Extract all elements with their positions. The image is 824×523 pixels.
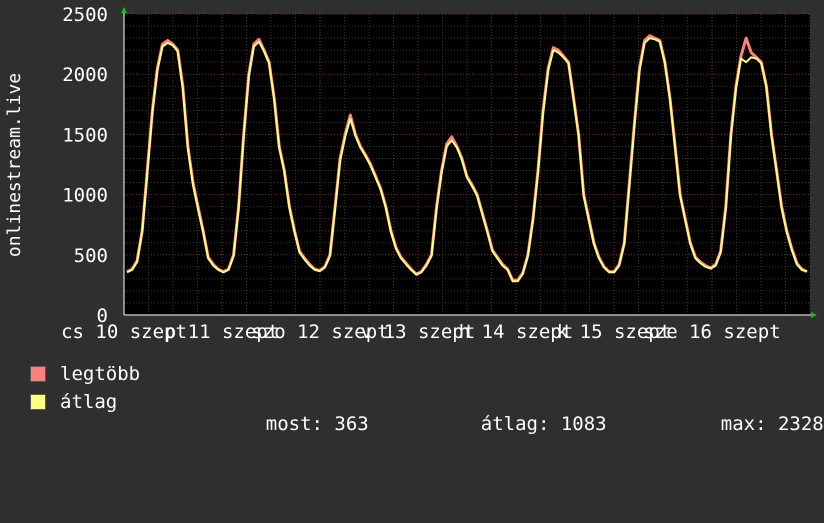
legend-label-legtobb: legtöbb xyxy=(60,363,141,385)
y-tick-label: 1500 xyxy=(62,124,108,146)
legend-item-legtobb: legtöbb xyxy=(30,363,140,385)
y-axis-arrow-icon xyxy=(121,7,127,13)
legend-label-atlag: átlag xyxy=(60,391,118,413)
stat-atlag-label: átlag: xyxy=(480,413,550,435)
y-axis-ticks: 05001000150020002500 xyxy=(62,4,108,327)
x-axis-arrow-icon xyxy=(811,312,817,318)
stat-most: most: 363 xyxy=(220,391,369,457)
x-tick-label: sze 16 szept xyxy=(643,321,780,343)
stat-max: max: 2328 xyxy=(675,391,824,457)
y-tick-label: 2000 xyxy=(62,64,108,86)
legend-swatch-legtobb xyxy=(30,366,46,382)
stat-atlag-value: 1083 xyxy=(560,413,607,435)
y-tick-label: 1000 xyxy=(62,185,108,207)
y-tick-label: 500 xyxy=(74,245,108,267)
legend-swatch-atlag xyxy=(30,394,46,410)
stat-max-value: 2328 xyxy=(777,413,824,435)
y-axis-label: onlinestream.live xyxy=(4,73,25,257)
x-axis-ticks: cs 10 szeptp 11 szeptszo 12 szeptv 13 sz… xyxy=(61,321,781,343)
stat-most-label: most: xyxy=(265,413,323,435)
stat-max-label: max: xyxy=(720,413,767,435)
stat-most-value: 363 xyxy=(334,413,369,435)
y-tick-label: 2500 xyxy=(62,4,108,26)
stat-atlag: átlag: 1083 xyxy=(435,391,607,457)
legend-item-atlag: átlag most: 363 átlag: 1083 max: 2328 xyxy=(30,391,824,435)
